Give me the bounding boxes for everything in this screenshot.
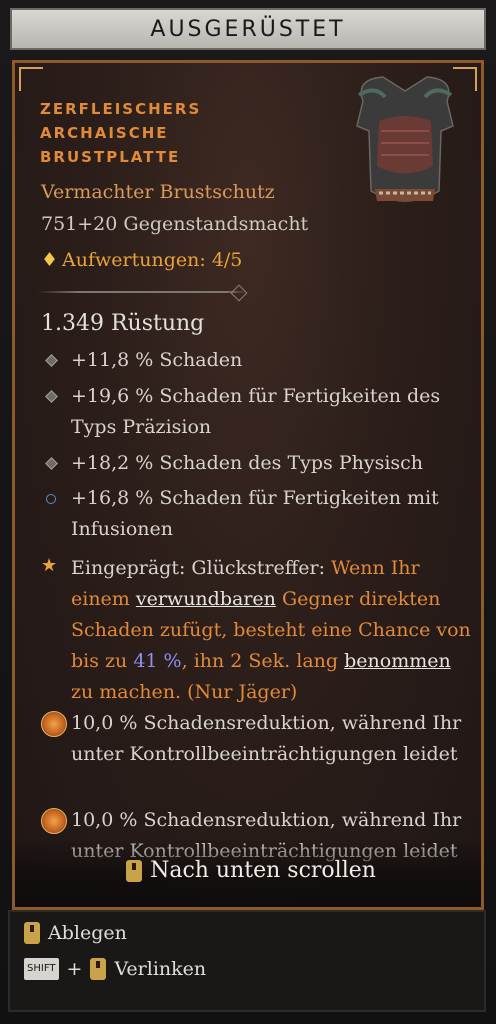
chest-armor-icon [356, 76, 454, 202]
keyword-link[interactable]: benommen [344, 650, 451, 672]
divider-gem-icon [230, 284, 248, 302]
divider [37, 291, 247, 293]
corner-ornament-icon [19, 67, 43, 91]
tooltip-frame: AUSGERÜSTET ZERFLEISCHERS ARCHAISCHE BRU… [0, 0, 496, 1024]
affix-line: +11,8 % Schaden [71, 349, 243, 371]
affix-line: +19,6 % Schaden für Fertigkeiten des Typ… [71, 385, 441, 438]
item-name-line: ZERFLEISCHERS [40, 100, 202, 118]
mouse-icon [24, 922, 40, 944]
legendary-text: zu machen. (Nur Jäger) [71, 681, 298, 703]
item-power: 751+20 Gegenstandsmacht [41, 213, 309, 235]
item-name-line: ARCHAISCHE [40, 124, 169, 142]
armor-value: 1.349 Rüstung [41, 311, 205, 336]
scroll-hint[interactable]: Nach unten scrollen [15, 858, 481, 883]
diamond-bullet-icon [45, 354, 58, 367]
aspect-line: 10,0 % Schadensreduktion, während Ihr un… [71, 712, 462, 765]
diamond-bullet-icon [45, 457, 58, 470]
diamond-bullet-icon [45, 390, 58, 403]
plus-sign: + [66, 958, 83, 980]
item-panel[interactable]: ZERFLEISCHERS ARCHAISCHE BRUSTPLATTE Ver… [12, 60, 484, 910]
circle-bullet-icon [46, 494, 56, 504]
header-title: AUSGERÜSTET [150, 16, 346, 42]
mouse-icon [126, 859, 143, 882]
upgrades-label: Aufwertungen: 4/5 [62, 249, 243, 271]
affix-line: +18,2 % Schaden des Typs Physisch [71, 452, 424, 474]
upgrades-row: ♦ Aufwertungen: 4/5 [41, 249, 242, 271]
link-label: Verlinken [114, 958, 207, 980]
legendary-prefix: Eingeprägt: Glückstreffer: [71, 557, 325, 579]
aspect-icon [41, 711, 67, 737]
scroll-hint-label: Nach unten scrollen [150, 858, 376, 883]
keyword-link[interactable]: verwundbaren [136, 588, 276, 610]
upgrade-diamond-icon: ♦ [41, 249, 59, 271]
star-icon: ★ [41, 555, 58, 576]
aspect-icon [41, 808, 67, 834]
legendary-power: Eingeprägt: Glückstreffer: Wenn Ihr eine… [71, 553, 471, 708]
link-action[interactable]: SHIFT + Verlinken [24, 958, 206, 980]
action-footer: Ablegen SHIFT + Verlinken [8, 910, 486, 1012]
affix-line: +16,8 % Schaden für Fertigkeiten mit Inf… [71, 487, 439, 540]
shift-key-icon: SHIFT [24, 958, 59, 980]
mouse-icon [90, 958, 107, 980]
drop-action[interactable]: Ablegen [24, 922, 127, 944]
legendary-value: 41 % [133, 650, 182, 672]
drop-label: Ablegen [48, 922, 127, 944]
item-name: ZERFLEISCHERS ARCHAISCHE BRUSTPLATTE [40, 97, 340, 169]
item-name-line: BRUSTPLATTE [40, 148, 181, 166]
legendary-text: , ihn 2 Sek. lang [181, 650, 339, 672]
header: AUSGERÜSTET [10, 8, 486, 50]
item-type: Vermachter Brustschutz [41, 181, 275, 203]
